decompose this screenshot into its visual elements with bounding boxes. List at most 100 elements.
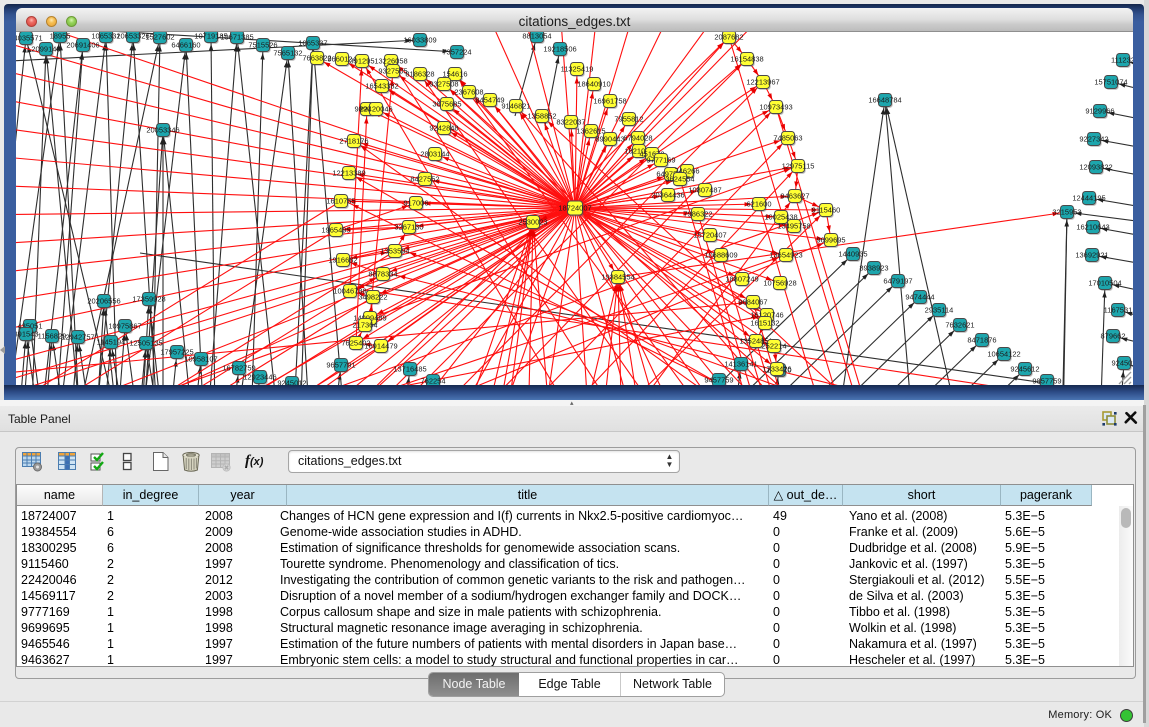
svg-text:391543: 391543 (16, 330, 39, 339)
svg-text:20364436: 20364436 (651, 191, 684, 200)
svg-text:111232: 111232 (1111, 56, 1133, 65)
svg-text:7485063: 7485063 (773, 134, 802, 143)
svg-text:621600: 621600 (746, 200, 771, 209)
svg-text:3875685: 3875685 (432, 100, 461, 109)
svg-text:1358852: 1358852 (527, 112, 556, 121)
svg-text:8427552: 8427552 (410, 175, 439, 184)
svg-text:13692921: 13692921 (1075, 251, 1108, 260)
svg-text:15751074: 15751074 (1094, 78, 1127, 87)
svg-text:12444195: 12444195 (1072, 194, 1105, 203)
svg-text:2099140: 2099140 (31, 45, 60, 54)
svg-text:9777169: 9777169 (646, 156, 675, 165)
svg-text:1145194: 1145194 (97, 338, 126, 347)
svg-text:12213967: 12213967 (746, 78, 779, 87)
svg-text:9463627: 9463627 (780, 192, 809, 201)
svg-text:8186328: 8186328 (405, 70, 434, 79)
svg-text:17010504: 17010504 (1088, 279, 1121, 288)
svg-text:9245612: 9245612 (1010, 365, 1039, 374)
svg-text:1167531: 1167531 (1104, 306, 1133, 315)
svg-text:9227342: 9227342 (1079, 135, 1108, 144)
svg-text:16543382: 16543382 (365, 82, 398, 91)
svg-text:7357224: 7357224 (442, 48, 471, 57)
svg-text:7955812: 7955812 (614, 115, 643, 124)
svg-text:12942757: 12942757 (61, 333, 94, 342)
svg-text:10973493: 10973493 (759, 103, 792, 112)
svg-text:7986322: 7986322 (683, 210, 712, 219)
svg-text:1440935: 1440935 (838, 250, 867, 259)
svg-text:2803144: 2803144 (420, 150, 449, 159)
svg-text:18807249: 18807249 (725, 275, 758, 284)
svg-text:19384554: 19384554 (601, 273, 634, 282)
svg-text:391295: 391295 (349, 57, 374, 66)
svg-text:2530023: 2530023 (518, 218, 547, 227)
svg-text:10654122: 10654122 (987, 350, 1020, 359)
svg-text:9474444: 9474444 (905, 293, 934, 302)
svg-text:9115460: 9115460 (812, 206, 841, 215)
svg-text:9684067: 9684067 (738, 298, 767, 307)
svg-text:3624554: 3624554 (665, 175, 694, 184)
svg-text:13495758: 13495758 (777, 222, 810, 231)
svg-text:12923446: 12923446 (243, 373, 276, 382)
svg-text:252214: 252214 (761, 342, 786, 351)
svg-text:8878334: 8878334 (368, 270, 397, 279)
svg-text:12213389: 12213389 (332, 169, 365, 178)
svg-text:1527602: 1527602 (145, 33, 174, 42)
svg-text:2718176: 2718176 (339, 137, 368, 146)
svg-text:16033809: 16033809 (403, 36, 436, 45)
svg-text:9657791: 9657791 (326, 361, 355, 370)
svg-text:14035571: 14035571 (16, 34, 43, 43)
svg-text:6794028: 6794028 (623, 134, 652, 143)
svg-text:9699695: 9699695 (816, 236, 845, 245)
svg-text:7565132: 7565132 (273, 49, 302, 58)
svg-text:10807487: 10807487 (688, 186, 721, 195)
svg-text:3498222: 3498222 (358, 293, 387, 302)
svg-text:10756928: 10756928 (763, 279, 796, 288)
svg-text:22420046: 22420046 (359, 105, 392, 114)
svg-text:1610755: 1610755 (326, 197, 355, 206)
svg-text:9857759: 9857759 (1032, 377, 1061, 385)
svg-text:10975867: 10975867 (108, 322, 141, 331)
svg-text:2935114: 2935114 (925, 306, 954, 315)
svg-text:1965495: 1965495 (321, 226, 350, 235)
svg-text:14136141: 14136141 (724, 360, 757, 369)
svg-text:8471876: 8471876 (967, 336, 996, 345)
svg-text:16210643: 16210643 (1076, 223, 1109, 232)
svg-text:16154838: 16154838 (730, 55, 763, 64)
svg-text:9146821: 9146821 (501, 102, 530, 111)
svg-text:18724007: 18724007 (558, 204, 591, 213)
svg-text:16648784: 16648784 (868, 96, 901, 105)
svg-text:19218506: 19218506 (543, 45, 576, 54)
svg-text:1065337: 1065337 (298, 39, 327, 48)
svg-text:20053346: 20053346 (146, 126, 179, 135)
svg-text:13654923: 13654923 (769, 251, 802, 260)
svg-text:8813054: 8813054 (522, 32, 551, 41)
svg-text:8454749: 8454749 (475, 96, 504, 105)
svg-text:16782759: 16782759 (222, 364, 255, 373)
svg-text:18955: 18955 (50, 32, 71, 41)
svg-text:7632621: 7632621 (945, 321, 974, 330)
svg-text:15720407: 15720407 (693, 231, 726, 240)
svg-text:12093822: 12093822 (1079, 163, 1112, 172)
svg-text:9327505: 9327505 (378, 67, 407, 76)
svg-text:924502: 924502 (1111, 359, 1133, 368)
svg-text:2087682: 2087682 (714, 33, 743, 42)
svg-text:217364: 217364 (352, 321, 377, 330)
svg-text:6479197: 6479197 (883, 277, 912, 286)
svg-text:762254: 762254 (420, 377, 445, 385)
svg-text:12975115: 12975115 (782, 162, 815, 171)
svg-text:9242848: 9242848 (429, 124, 458, 133)
svg-text:20691406: 20691406 (66, 41, 99, 50)
svg-text:1615132: 1615132 (750, 319, 779, 328)
svg-text:917006: 917006 (403, 199, 428, 208)
svg-text:17359928: 17359928 (132, 295, 165, 304)
svg-text:9457759: 9457759 (704, 376, 733, 385)
svg-text:3267130: 3267130 (394, 223, 423, 232)
svg-text:13716485: 13716485 (393, 365, 426, 374)
svg-text:1353594: 1353594 (380, 247, 409, 256)
svg-text:18640910: 18640910 (577, 80, 610, 89)
svg-text:8990443: 8990443 (595, 135, 624, 144)
svg-text:11325419: 11325419 (561, 65, 594, 74)
svg-text:12505135: 12505135 (129, 339, 162, 348)
svg-text:6466160: 6466160 (171, 41, 200, 50)
svg-text:16914479: 16914479 (364, 342, 397, 351)
